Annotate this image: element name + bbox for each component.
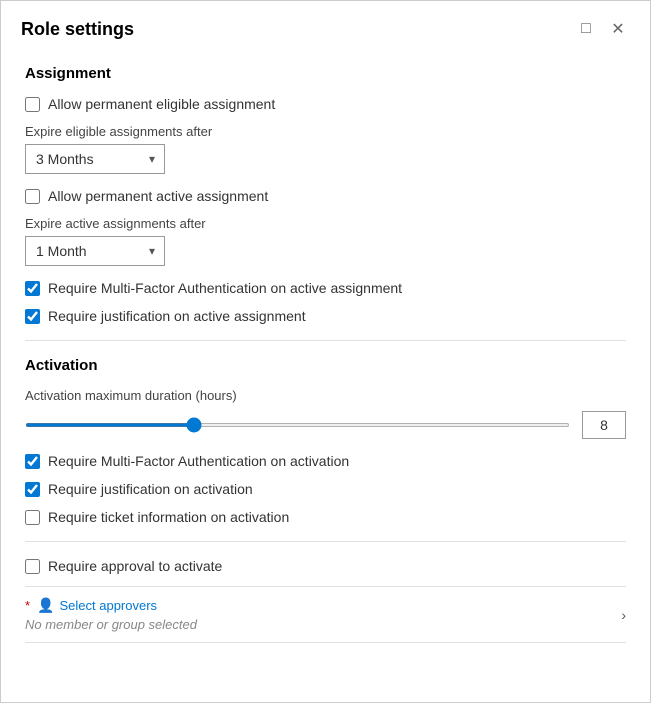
require-mfa-active-row: Require Multi-Factor Authentication on a…	[25, 280, 626, 296]
require-justification-active-checkbox[interactable]	[25, 309, 40, 324]
person-icon: 👤	[37, 597, 54, 614]
require-approval-row: Require approval to activate	[25, 558, 626, 574]
assignment-section: Assignment Allow permanent eligible assi…	[25, 65, 626, 324]
require-approval-label[interactable]: Require approval to activate	[48, 558, 222, 574]
require-justification-activation-checkbox[interactable]	[25, 482, 40, 497]
approvers-sub-label: No member or group selected	[25, 617, 197, 632]
expire-active-select[interactable]: 1 Month 3 Months 6 Months 1 Year Never	[25, 236, 165, 266]
close-button[interactable]: ✕	[606, 17, 630, 41]
require-ticket-row: Require ticket information on activation	[25, 509, 626, 525]
required-star: *	[25, 598, 30, 613]
slider-container	[25, 415, 570, 435]
require-justification-activation-label[interactable]: Require justification on activation	[48, 481, 253, 497]
require-ticket-label[interactable]: Require ticket information on activation	[48, 509, 289, 525]
require-justification-active-row: Require justification on active assignme…	[25, 308, 626, 324]
activation-section: Activation Activation maximum duration (…	[25, 357, 626, 643]
require-mfa-active-label[interactable]: Require Multi-Factor Authentication on a…	[48, 280, 402, 296]
require-mfa-activation-label[interactable]: Require Multi-Factor Authentication on a…	[48, 453, 349, 469]
approvers-label: * 👤 Select approvers	[25, 597, 197, 614]
expire-active-dropdown-wrapper: 1 Month 3 Months 6 Months 1 Year Never ▾	[25, 236, 165, 266]
require-approval-checkbox[interactable]	[25, 559, 40, 574]
dialog-title: Role settings	[21, 19, 134, 40]
require-justification-activation-row: Require justification on activation	[25, 481, 626, 497]
activation-section-title: Activation	[25, 357, 626, 374]
expire-eligible-dropdown-wrapper: 3 Months 1 Month 6 Months 1 Year Never ▾	[25, 144, 165, 174]
select-approvers-text: Select approvers	[60, 598, 158, 613]
max-duration-label: Activation maximum duration (hours)	[25, 388, 626, 403]
duration-slider[interactable]	[25, 423, 570, 427]
title-bar: Role settings □ ✕	[1, 1, 650, 49]
mid-divider	[25, 541, 626, 542]
require-ticket-checkbox[interactable]	[25, 510, 40, 525]
section-divider	[25, 340, 626, 341]
allow-permanent-active-checkbox[interactable]	[25, 189, 40, 204]
approvers-row[interactable]: * 👤 Select approvers No member or group …	[25, 586, 626, 643]
slider-value-display: 8	[582, 411, 626, 439]
title-bar-actions: □ ✕	[574, 17, 630, 41]
expire-eligible-label: Expire eligible assignments after	[25, 124, 626, 139]
minimize-button[interactable]: □	[574, 17, 598, 41]
expire-eligible-select[interactable]: 3 Months 1 Month 6 Months 1 Year Never	[25, 144, 165, 174]
expire-active-label: Expire active assignments after	[25, 216, 626, 231]
assignment-section-title: Assignment	[25, 65, 626, 82]
allow-permanent-eligible-label[interactable]: Allow permanent eligible assignment	[48, 96, 275, 112]
require-mfa-activation-row: Require Multi-Factor Authentication on a…	[25, 453, 626, 469]
slider-value-text: 8	[600, 417, 608, 433]
slider-row: 8	[25, 411, 626, 439]
require-justification-active-label[interactable]: Require justification on active assignme…	[48, 308, 306, 324]
require-mfa-activation-checkbox[interactable]	[25, 454, 40, 469]
allow-permanent-active-row: Allow permanent active assignment	[25, 188, 626, 204]
slider-section: Activation maximum duration (hours) 8	[25, 388, 626, 439]
approvers-left: * 👤 Select approvers No member or group …	[25, 597, 197, 632]
allow-permanent-eligible-checkbox[interactable]	[25, 97, 40, 112]
require-mfa-active-checkbox[interactable]	[25, 281, 40, 296]
allow-permanent-active-label[interactable]: Allow permanent active assignment	[48, 188, 268, 204]
dialog: Role settings □ ✕ Assignment Allow perma…	[0, 0, 651, 703]
approvers-chevron-icon[interactable]: ›	[621, 607, 626, 623]
dialog-content: Assignment Allow permanent eligible assi…	[1, 49, 650, 702]
allow-permanent-eligible-row: Allow permanent eligible assignment	[25, 96, 626, 112]
